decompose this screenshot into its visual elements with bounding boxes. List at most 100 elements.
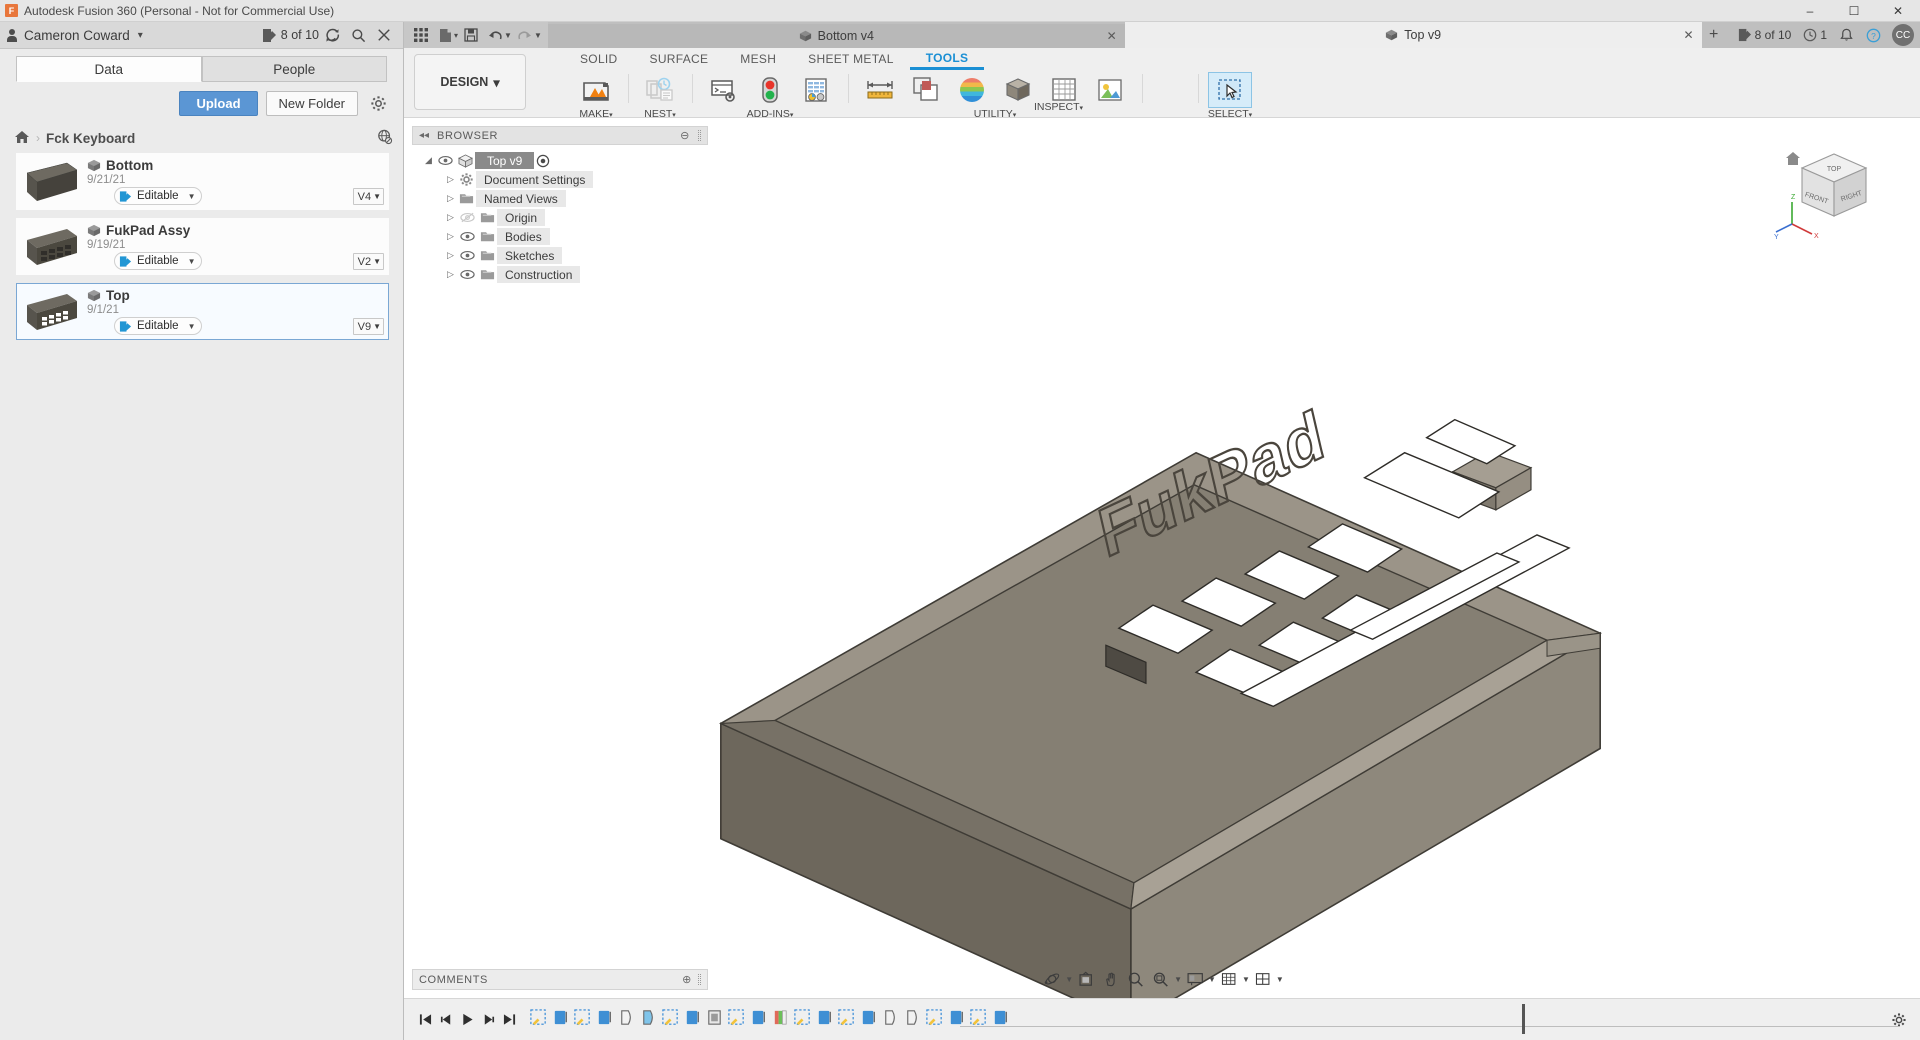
- chevron-down-icon[interactable]: ▼: [1065, 975, 1073, 984]
- tree-node-bodies[interactable]: ▷ Bodies: [444, 227, 708, 246]
- ribbon-tab-solid[interactable]: SOLID: [564, 48, 634, 70]
- visibility-eye-icon[interactable]: [457, 227, 478, 246]
- expand-triangle-icon[interactable]: ▷: [444, 189, 457, 208]
- chevron-down-icon[interactable]: ▼: [1208, 975, 1216, 984]
- visibility-eye-icon[interactable]: [457, 265, 478, 284]
- app-grid-icon[interactable]: [410, 25, 432, 46]
- minimize-button[interactable]: –: [1788, 0, 1832, 22]
- globe-icon[interactable]: [377, 129, 393, 148]
- 3d-print-icon[interactable]: [574, 72, 618, 108]
- timeline-feature-extrude[interactable]: [813, 1006, 835, 1030]
- breadcrumb-folder[interactable]: Fck Keyboard: [46, 131, 135, 146]
- permission-dropdown[interactable]: Editable ▼: [114, 317, 203, 335]
- select-window-icon[interactable]: [1208, 72, 1252, 108]
- browser-settings-icon[interactable]: ⊖: [680, 129, 690, 142]
- chevron-down-icon[interactable]: ▼: [1276, 975, 1284, 984]
- timeline-feature-extrude[interactable]: [549, 1006, 571, 1030]
- tab-data[interactable]: Data: [16, 56, 202, 82]
- list-item[interactable]: Bottom 9/21/21 Editable ▼ V4 ▼: [16, 153, 389, 210]
- spreadsheet-icon[interactable]: [794, 72, 838, 108]
- gear-icon[interactable]: [366, 92, 390, 116]
- render-icon[interactable]: [1088, 72, 1132, 108]
- new-folder-button[interactable]: New Folder: [265, 91, 358, 116]
- account-name[interactable]: Cameron Coward: [24, 28, 130, 43]
- avatar[interactable]: CC: [1892, 24, 1914, 46]
- timeline-feature-sketch[interactable]: [835, 1006, 857, 1030]
- permission-dropdown[interactable]: Editable ▼: [114, 252, 203, 270]
- document-tab-top[interactable]: Top v9 ✕: [1124, 22, 1702, 48]
- timeline-feature-sketch[interactable]: [923, 1006, 945, 1030]
- fit-icon[interactable]: [1149, 967, 1173, 991]
- search-icon[interactable]: [345, 23, 371, 47]
- timeline-feature-extrude[interactable]: [681, 1006, 703, 1030]
- document-tab-bottom[interactable]: Bottom v4 ✕: [547, 24, 1125, 48]
- section-icon[interactable]: [904, 72, 948, 108]
- save-icon[interactable]: [460, 25, 482, 46]
- visibility-eye-off-icon[interactable]: [457, 208, 478, 227]
- chevron-down-icon[interactable]: ▼: [534, 31, 542, 40]
- close-icon[interactable]: ✕: [1107, 29, 1117, 43]
- tree-node-origin[interactable]: ▷ Origin: [444, 208, 708, 227]
- close-button[interactable]: ✕: [1876, 0, 1920, 22]
- visibility-eye-icon[interactable]: [435, 151, 456, 170]
- look-at-icon[interactable]: [1074, 967, 1098, 991]
- expand-triangle-icon[interactable]: ▷: [444, 227, 457, 246]
- add-comment-icon[interactable]: ⊕: [682, 973, 692, 986]
- timeline-feature-extrude[interactable]: [747, 1006, 769, 1030]
- script-icon[interactable]: [702, 72, 746, 108]
- pan-icon[interactable]: [1099, 967, 1123, 991]
- version-dropdown[interactable]: V2 ▼: [352, 253, 384, 270]
- new-document-icon[interactable]: [434, 25, 456, 46]
- timeline-feature-sketch[interactable]: [659, 1006, 681, 1030]
- editable-documents-badge[interactable]: 8 of 10: [1732, 23, 1797, 47]
- comments-panel[interactable]: COMMENTS ⊕: [412, 969, 708, 990]
- traffic-light-icon[interactable]: [748, 72, 792, 108]
- close-panel-icon[interactable]: [371, 23, 397, 47]
- zoom-icon[interactable]: [1124, 967, 1148, 991]
- timeline-feature-sketch[interactable]: [527, 1006, 549, 1030]
- timeline-feature-fillet[interactable]: [879, 1006, 901, 1030]
- grid-snap-icon[interactable]: [1217, 967, 1241, 991]
- timeline-feature-fillet[interactable]: [615, 1006, 637, 1030]
- canvas-area[interactable]: FukPad ◂◂ BROWSER ⊖ ◢ Top v9 ▷ Document …: [404, 118, 1920, 998]
- appearance-icon[interactable]: [950, 72, 994, 108]
- undo-icon[interactable]: [484, 25, 506, 46]
- timeline-feature-shell[interactable]: [703, 1006, 725, 1030]
- list-item-selected[interactable]: Top 9/1/21 Editable ▼ V9 ▼: [16, 283, 389, 340]
- chevron-down-icon[interactable]: ▾: [454, 31, 458, 40]
- orbit-icon[interactable]: [1040, 967, 1064, 991]
- tree-node-construction[interactable]: ▷ Construction: [444, 265, 708, 284]
- list-item[interactable]: FukPad Assy 9/19/21 Editable ▼ V2 ▼: [16, 218, 389, 275]
- timeline-feature-appearance[interactable]: [769, 1006, 791, 1030]
- job-status-badge[interactable]: 1: [1798, 23, 1832, 47]
- viewcube-faces[interactable]: TOP FRONT RIGHT: [1800, 153, 1868, 217]
- timeline-step-back-button[interactable]: [439, 1010, 454, 1030]
- chevron-down-icon[interactable]: ▼: [1242, 975, 1250, 984]
- new-tab-button[interactable]: +: [1702, 22, 1726, 48]
- ribbon-tab-tools[interactable]: TOOLS: [909, 48, 985, 70]
- viewcube-home-icon[interactable]: [1786, 152, 1800, 165]
- expand-triangle-icon[interactable]: ◢: [422, 151, 435, 170]
- target-icon[interactable]: [534, 154, 552, 168]
- tree-node-named-views[interactable]: ▷ Named Views: [444, 189, 708, 208]
- redo-icon[interactable]: [514, 25, 536, 46]
- home-icon[interactable]: [14, 130, 30, 147]
- timeline-end-marker[interactable]: [1522, 1004, 1525, 1034]
- timeline-go-start-button[interactable]: [418, 1010, 433, 1030]
- nest-arrange-icon[interactable]: [638, 72, 682, 108]
- workspace-selector[interactable]: DESIGN ▾: [414, 54, 526, 110]
- tree-node-sketches[interactable]: ▷ Sketches: [444, 246, 708, 265]
- version-dropdown[interactable]: V4 ▼: [352, 188, 384, 205]
- tab-people[interactable]: People: [201, 56, 387, 82]
- timeline-feature-sketch[interactable]: [571, 1006, 593, 1030]
- display-settings-icon[interactable]: [1183, 967, 1207, 991]
- visibility-eye-icon[interactable]: [457, 246, 478, 265]
- close-icon[interactable]: ✕: [1684, 28, 1694, 42]
- timeline-play-button[interactable]: [460, 1010, 475, 1030]
- measure-icon[interactable]: [858, 72, 902, 108]
- panel-grip[interactable]: [698, 130, 701, 141]
- timeline-step-forward-button[interactable]: [481, 1010, 496, 1030]
- timeline-feature-sketch[interactable]: [725, 1006, 747, 1030]
- chevron-down-icon[interactable]: ▼: [1174, 975, 1182, 984]
- version-dropdown[interactable]: V9 ▼: [352, 318, 384, 335]
